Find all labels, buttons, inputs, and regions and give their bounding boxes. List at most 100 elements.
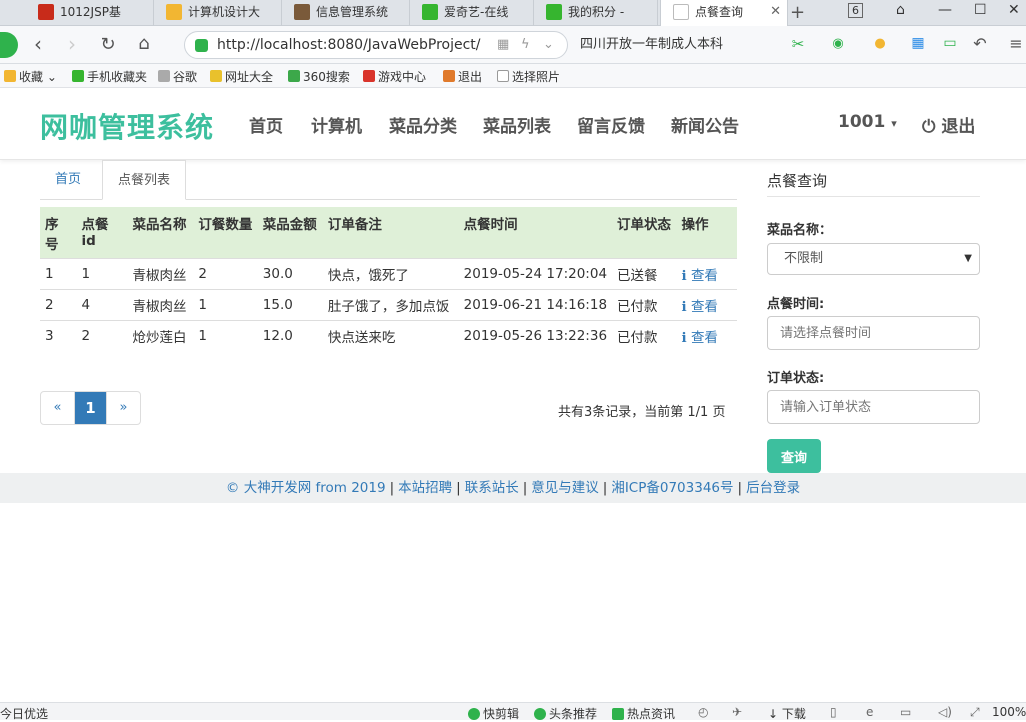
nav-dish-category[interactable]: 菜品分类 bbox=[389, 112, 457, 137]
table-cell: 2 bbox=[193, 257, 258, 289]
footer-link-admin[interactable]: 后台登录 bbox=[746, 480, 800, 496]
column-header: 点餐id bbox=[76, 207, 128, 258]
new-tab-button[interactable]: + bbox=[790, 2, 805, 23]
bookmark-item[interactable]: 选择照片 bbox=[497, 68, 560, 85]
status-item[interactable]: 快剪辑 bbox=[468, 705, 519, 722]
site-logo[interactable]: 网咖管理系统 bbox=[40, 106, 214, 146]
coin-icon[interactable]: ● bbox=[868, 36, 892, 51]
apps-icon[interactable]: ▦ bbox=[906, 35, 930, 51]
browser-tab[interactable]: 我的积分 - bbox=[534, 0, 658, 26]
logout-link[interactable]: ⏻ 退出 bbox=[922, 112, 975, 137]
browser-tab[interactable]: 计算机设计大 bbox=[154, 0, 282, 26]
lightning-icon[interactable]: ϟ bbox=[521, 37, 530, 52]
shirt-icon[interactable]: ⌂ bbox=[896, 2, 905, 18]
order-status-input[interactable] bbox=[767, 390, 980, 424]
address-bar[interactable]: http://localhost:8080/JavaWebProject/ ▦ … bbox=[184, 31, 568, 59]
tab-count-badge[interactable]: 6 bbox=[848, 3, 863, 18]
forward-icon[interactable]: › bbox=[60, 32, 84, 56]
table-cell: 4 bbox=[76, 288, 128, 320]
view-link[interactable]: ℹ 查看 bbox=[676, 319, 737, 351]
menu-icon[interactable]: ≡ bbox=[1004, 34, 1026, 53]
caret-down-icon: ▾ bbox=[891, 117, 897, 130]
url-text: http://localhost:8080/JavaWebProject/ bbox=[217, 37, 481, 53]
bookmark-item[interactable]: 退出 bbox=[443, 68, 482, 85]
power-icon: ⏻ bbox=[922, 117, 936, 137]
tab-favicon-icon bbox=[166, 4, 182, 20]
footer-link-contact[interactable]: 联系站长 bbox=[465, 480, 519, 496]
tab-home[interactable]: 首页 bbox=[40, 160, 96, 200]
browser-tab[interactable]: 1012JSP基 bbox=[26, 0, 154, 26]
next-page-button[interactable]: » bbox=[107, 392, 140, 424]
bookmark-item[interactable]: 谷歌 bbox=[158, 68, 197, 85]
ie-icon[interactable]: e bbox=[866, 705, 873, 719]
table-cell: 1 bbox=[193, 319, 258, 351]
status-today-picks[interactable]: 今日优选 bbox=[0, 705, 48, 722]
bookmark-item[interactable]: 360搜索 bbox=[288, 68, 350, 85]
nav-news[interactable]: 新闻公告 bbox=[671, 112, 739, 137]
column-header: 点餐时间 bbox=[458, 207, 613, 258]
copyright-link[interactable]: © 大神开发网 from 2019 bbox=[226, 480, 386, 496]
pagination: « 1 » bbox=[40, 391, 141, 425]
globe-icon bbox=[210, 70, 222, 82]
prev-page-button[interactable]: « bbox=[41, 392, 74, 424]
browser-tab[interactable]: 爱奇艺-在线 bbox=[410, 0, 534, 26]
footer-link-icp[interactable]: 湘ICP备0703346号 bbox=[611, 480, 733, 496]
user-menu[interactable]: 1001 ▾ bbox=[838, 112, 897, 132]
nav-home[interactable]: 首页 bbox=[249, 112, 283, 137]
back-icon[interactable]: ‹ bbox=[26, 32, 50, 56]
order-table: 序号 点餐id 菜品名称 订餐数量 菜品金额 订单备注 点餐时间 订单状态 操作… bbox=[40, 207, 737, 351]
chevron-down-icon[interactable]: ⌄ bbox=[543, 37, 554, 52]
tools-icon[interactable]: ✈ bbox=[732, 705, 742, 719]
nav-dish-list[interactable]: 菜品列表 bbox=[483, 112, 551, 137]
window-icon[interactable]: ▭ bbox=[900, 705, 911, 719]
query-button[interactable]: 查询 bbox=[767, 439, 821, 473]
dish-name-select[interactable]: 不限制 ▼ bbox=[767, 243, 980, 275]
status-item[interactable]: 热点资讯 bbox=[612, 705, 675, 722]
table-cell: 已付款 bbox=[612, 319, 677, 351]
browser-tab[interactable]: 信息管理系统 bbox=[282, 0, 410, 26]
battery-icon[interactable]: ▭ bbox=[938, 35, 962, 51]
table-cell: 1 bbox=[40, 257, 77, 289]
nav-feedback[interactable]: 留言反馈 bbox=[577, 112, 645, 137]
browser-tab-active[interactable]: 点餐查询 ✕ bbox=[660, 0, 788, 26]
order-status-label: 订单状态: bbox=[767, 371, 825, 386]
scissors-icon[interactable]: ✂ bbox=[786, 35, 810, 53]
close-window-icon[interactable]: ✕ bbox=[1008, 2, 1020, 18]
search-box[interactable]: 四川开放一年制成人本科 bbox=[574, 31, 770, 59]
speed-icon[interactable]: ◴ bbox=[698, 705, 708, 719]
nav-computer[interactable]: 计算机 bbox=[311, 112, 362, 137]
browser-tab-bar: 1012JSP基 计算机设计大 信息管理系统 爱奇艺-在线 我的积分 - 点餐查… bbox=[0, 0, 1026, 26]
footer-link-feedback[interactable]: 意见与建议 bbox=[531, 480, 599, 496]
browser-status-bar: 今日优选 快剪辑 头条推荐 热点资讯 ◴ ✈ ↓ 下载 ▯ e ▭ ◁) ⤢ 1… bbox=[0, 702, 1026, 722]
translate-icon[interactable]: ◉ bbox=[826, 36, 850, 51]
bookmark-item[interactable]: 收藏 ⌄ bbox=[4, 68, 57, 85]
undo-icon[interactable]: ↶ bbox=[968, 34, 992, 53]
fullscreen-icon[interactable]: ⤢ bbox=[970, 705, 980, 720]
shield-icon bbox=[195, 39, 208, 52]
download-button[interactable]: ↓ 下载 bbox=[768, 705, 806, 722]
table-row: 1 1 青椒肉丝 2 30.0 快点，饿死了 2019-05-24 17:20:… bbox=[40, 257, 737, 289]
browser-logo-icon[interactable] bbox=[0, 32, 18, 58]
exit-icon bbox=[443, 70, 455, 82]
view-link[interactable]: ℹ 查看 bbox=[676, 288, 737, 320]
page-1-button[interactable]: 1 bbox=[74, 392, 107, 424]
bookmark-item[interactable]: 游戏中心 bbox=[363, 68, 426, 85]
reader-icon[interactable]: ▯ bbox=[830, 705, 837, 719]
headline-icon bbox=[534, 708, 546, 720]
footer-link-jobs[interactable]: 本站招聘 bbox=[398, 480, 452, 496]
view-link[interactable]: ℹ 查看 bbox=[676, 257, 737, 289]
zoom-level[interactable]: 100% bbox=[992, 705, 1026, 719]
grid-icon[interactable]: ▦ bbox=[497, 37, 509, 52]
home-icon[interactable]: ⌂ bbox=[132, 33, 156, 54]
bookmark-item[interactable]: 网址大全 bbox=[210, 68, 273, 85]
maximize-icon[interactable]: ☐ bbox=[974, 2, 987, 18]
status-item[interactable]: 头条推荐 bbox=[534, 705, 597, 722]
order-time-input[interactable] bbox=[767, 316, 980, 350]
bookmark-item[interactable]: 手机收藏夹 bbox=[72, 68, 147, 85]
minimize-icon[interactable]: — bbox=[938, 2, 952, 18]
tab-close-icon[interactable]: ✕ bbox=[770, 0, 781, 24]
column-header: 订单状态 bbox=[612, 207, 677, 258]
reload-icon[interactable]: ↻ bbox=[96, 34, 120, 55]
tab-order-list[interactable]: 点餐列表 bbox=[102, 160, 187, 200]
volume-icon[interactable]: ◁) bbox=[938, 705, 952, 719]
